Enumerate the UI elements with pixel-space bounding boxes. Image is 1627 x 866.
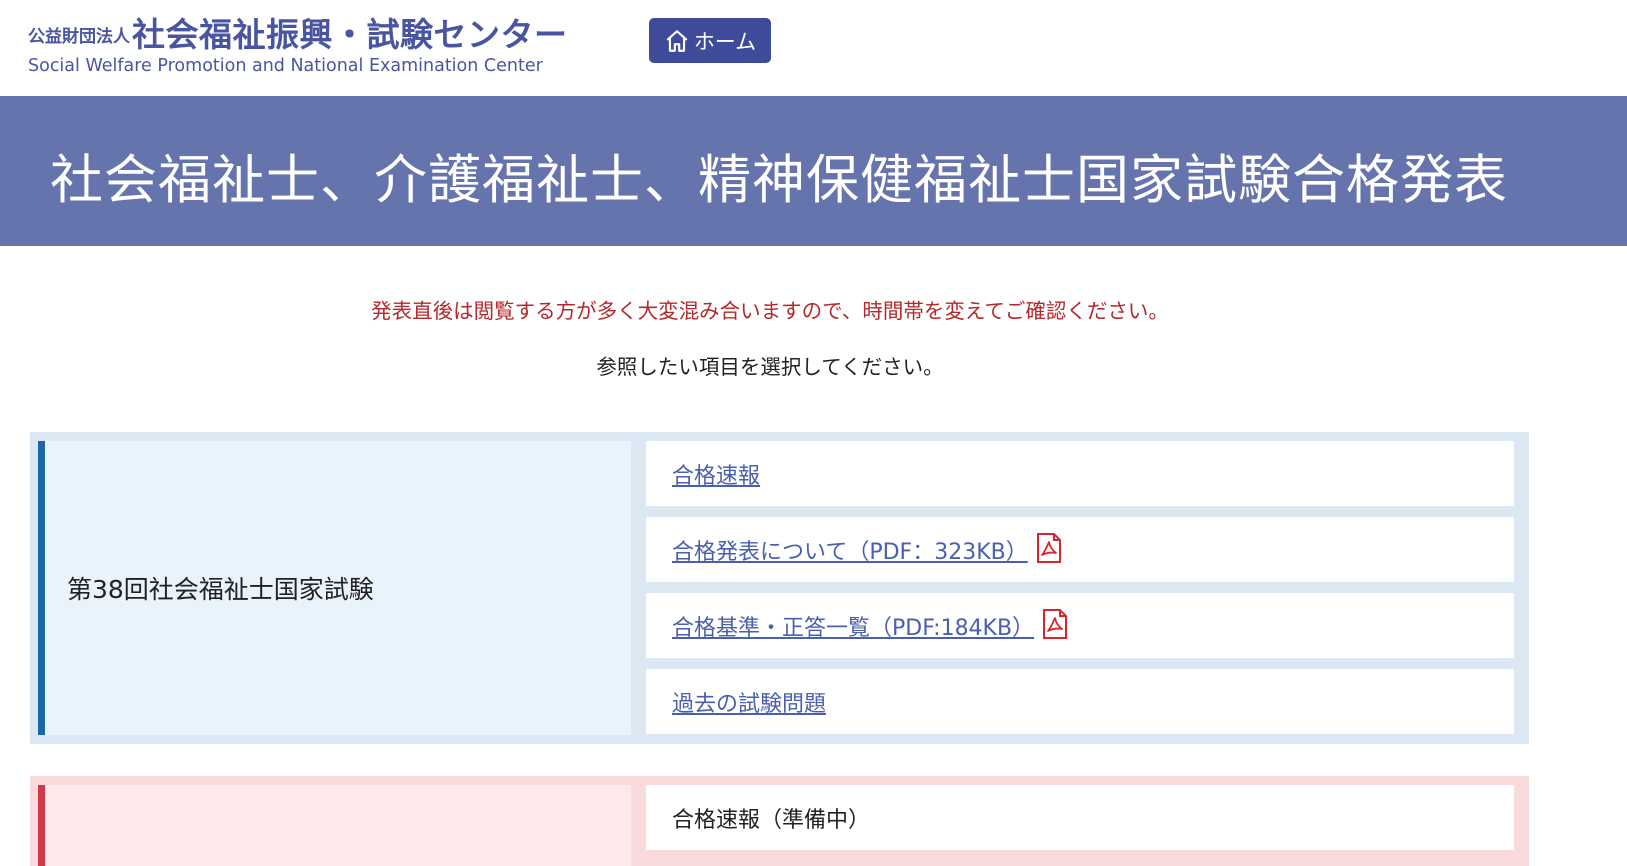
logo-title: 公益財団法人社会福祉振興・試験センター xyxy=(28,8,568,56)
exam-title: 第38回社会福祉士国家試験 xyxy=(67,575,374,604)
link-row: 合格速報（準備中） xyxy=(646,785,1514,850)
congestion-warning: 発表直後は閲覧する方が多く大変混み合いますので、時間帯を変えてご確認ください。 xyxy=(371,299,1169,323)
link-pass-criteria-pdf[interactable]: 合格基準・正答一覧（PDF:184KB） xyxy=(672,610,1034,642)
exam-links: 合格速報（準備中） xyxy=(646,785,1514,861)
pass-flash-preparing: 合格速報（準備中） xyxy=(672,807,871,833)
logo-name: 社会福祉振興・試験センター xyxy=(132,15,568,54)
site-logo[interactable]: 公益財団法人社会福祉振興・試験センター Social Welfare Promo… xyxy=(28,8,568,76)
site-header: 公益財団法人社会福祉振興・試験センター Social Welfare Promo… xyxy=(0,0,1627,96)
link-pass-flash[interactable]: 合格速報 xyxy=(672,458,760,490)
logo-subtitle: Social Welfare Promotion and National Ex… xyxy=(28,56,543,76)
exam-block-second: 合格速報（準備中） xyxy=(30,776,1529,866)
exam-title-cell: 第38回社会福祉士国家試験 xyxy=(38,441,631,735)
link-row: 合格基準・正答一覧（PDF:184KB） xyxy=(646,593,1514,658)
link-row: 合格発表について（PDF：323KB） xyxy=(646,517,1514,582)
exam-title-cell xyxy=(38,785,631,866)
pdf-icon[interactable] xyxy=(1036,532,1062,567)
page-title: 社会福祉士、介護福祉士、精神保健福祉士国家試験合格発表 xyxy=(50,150,1508,211)
home-label: ホーム xyxy=(693,29,757,54)
exam-links: 合格速報 合格発表について（PDF：323KB） 合格基準・正答一覧（PDF:1… xyxy=(646,441,1514,745)
home-button[interactable]: ホーム xyxy=(649,18,771,63)
link-row: 過去の試験問題 xyxy=(646,669,1514,734)
select-instruction: 参照したい項目を選択してください。 xyxy=(596,355,944,379)
exam-block-social-worker: 第38回社会福祉士国家試験 合格速報 合格発表について（PDF：323KB） 合… xyxy=(30,432,1529,744)
logo-prefix: 公益財団法人 xyxy=(28,27,130,47)
home-icon xyxy=(664,28,690,54)
link-past-exams[interactable]: 過去の試験問題 xyxy=(672,686,826,718)
link-row: 合格速報 xyxy=(646,441,1514,506)
pdf-icon[interactable] xyxy=(1042,608,1068,643)
title-banner: 社会福祉士、介護福祉士、精神保健福祉士国家試験合格発表 xyxy=(0,96,1627,246)
link-pass-announcement-pdf[interactable]: 合格発表について（PDF：323KB） xyxy=(672,534,1028,566)
